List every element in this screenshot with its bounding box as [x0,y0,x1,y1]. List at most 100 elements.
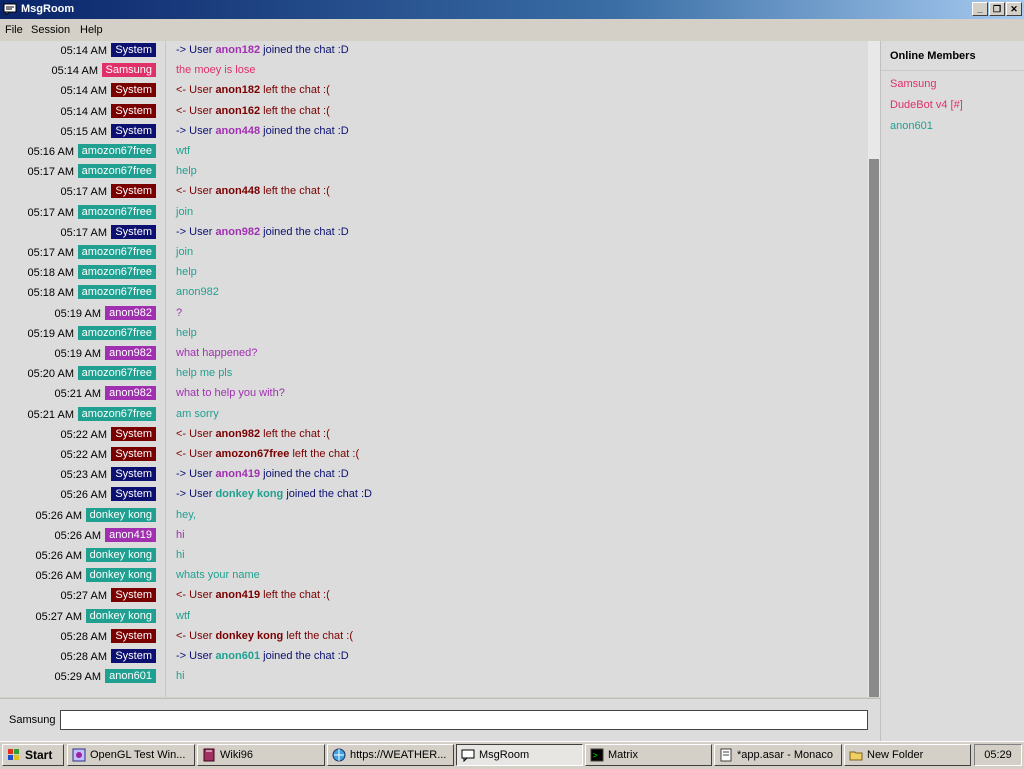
username-badge: Samsung [101,63,156,78]
start-label: Start [25,748,53,762]
message-fragment: left the chat :( [260,589,330,602]
message-fragment: left the chat :( [289,448,360,460]
message-username: anon162 [215,104,261,117]
username-badge: System [111,123,156,138]
book-icon [203,748,215,762]
taskbar-task[interactable]: OpenGL Test Win... [67,744,195,766]
taskbar-task[interactable]: MsgRoom [456,744,583,766]
message-text: what to help you with? [176,387,285,399]
chat-message: Samsung 05:14 AM the moey is lose [0,62,868,82]
taskbar-task[interactable]: New Folder [844,744,971,766]
message-fragment: what to help you with? [176,387,285,400]
username-badge: System [111,588,156,603]
message-fragment: what happened? [176,347,258,359]
chat-message: anon419 05:26 AM hi [0,527,868,547]
start-button[interactable]: Start [2,744,64,766]
message-time: 05:29 AM [54,671,101,684]
message-text: ? [176,307,182,319]
message-fragment: join [176,246,194,258]
message-text: help [176,165,197,177]
message-time: 05:15 AM [60,125,107,138]
message-fragment: <- User [176,427,216,440]
chat-message: anon982 05:21 AM what to help you with? [0,385,868,405]
taskbar-task[interactable]: Wiki96 [197,744,325,766]
window-title: MsgRoom [21,3,75,15]
taskbar-task-label: https://WEATHER... [350,749,447,761]
message-fragment: whats your name [176,569,260,582]
chat-message: System 05:17 AM -> User anon982 joined the… [0,224,868,244]
taskbar-task-label: MsgRoom [479,749,530,761]
message-time: 05:22 AM [60,428,107,441]
minimize-button[interactable]: _ [972,2,988,16]
username-badge: donkey kong [85,608,156,623]
message-text: join [176,246,193,258]
message-text: wtf [176,145,190,157]
message-fragment: left the chat :( [283,629,353,642]
message-fragment: help [176,165,197,178]
message-username: anon182 [215,84,261,97]
chat-scrollbar[interactable] [868,41,880,697]
message-text: -> User anon601 joined the chat :D [176,650,349,662]
message-time: 05:19 AM [27,327,74,340]
taskbar-task-label: Matrix [608,749,638,761]
message-time: 05:17 AM [60,226,107,239]
message-time: 05:14 AM [60,45,107,57]
message-input[interactable] [60,710,868,730]
message-text: hey, [176,509,196,521]
username-badge: donkey kong [85,568,156,583]
message-fragment: the moey is lose [176,64,256,77]
chat-message: System 05:23 AM -> User anon419 joined the… [0,466,868,486]
username-badge: anon419 [105,527,156,542]
taskbar-task-label: OpenGL Test Win... [90,749,186,761]
message-text: whats your name [176,569,260,581]
message-time: 05:17 AM [27,166,74,179]
windows-logo-icon [8,749,19,760]
menu-session[interactable]: Session [31,24,70,36]
member-item[interactable]: DudeBot v4 [#] [890,99,963,111]
message-fragment: left the chat :( [260,427,330,440]
chat-message: anon601 05:29 AM hi [0,668,868,688]
menu-file[interactable]: File [5,24,23,36]
maximize-button[interactable]: ❐ [989,2,1005,16]
username-badge: amozon67free [77,265,156,280]
chat-message: amozon67free 05:18 AM help [0,264,868,284]
message-fragment: <- User [176,448,216,460]
menu-help[interactable]: Help [80,24,103,36]
chat-message: amozon67free 05:17 AM join [0,244,868,264]
member-item[interactable]: Samsung [890,78,936,90]
taskbar-task[interactable]: *app.asar - Monaco [714,744,842,766]
taskbar-task[interactable]: https://WEATHER... [327,744,454,766]
message-time: 05:20 AM [27,368,74,381]
scrollbar-thumb[interactable] [869,159,879,697]
message-time: 05:26 AM [54,529,101,542]
message-time: 05:27 AM [60,590,107,603]
chat-message: amozon67free 05:21 AM am sorry [0,406,868,426]
username-badge: System [111,426,156,441]
taskbar-task[interactable]: > Matrix [585,744,712,766]
close-button[interactable]: ✕ [1006,2,1022,16]
username-badge: System [111,224,156,239]
chat-message: System 05:14 AM -> User anon182 joined the… [0,42,868,62]
message-fragment: joined the chat :D [260,468,349,481]
message-fragment: help [176,326,197,339]
message-text: hi [176,529,185,541]
member-item[interactable]: anon601 [890,120,933,132]
message-text: hi [176,549,185,561]
message-fragment: wtf [176,145,191,157]
message-username: anon419 [215,468,261,481]
message-fragment: joined the chat :D [260,124,349,137]
username-badge: amozon67free [77,285,156,300]
menu-bar: File Session Help [0,20,1024,40]
username-badge: System [111,487,156,502]
message-fragment: left the chat :( [260,185,330,198]
chat-message: System 05:27 AM <- User anon419 left the c… [0,587,868,607]
chat-message: donkey kong 05:27 AM wtf [0,608,868,628]
members-divider [881,70,1024,71]
message-username: anon182 [215,44,261,56]
chat-message: System 05:28 AM -> User anon601 joined the… [0,648,868,668]
username-badge: donkey kong [85,548,156,562]
input-bar: Samsung [0,698,880,741]
svg-text:>: > [593,751,598,760]
message-fragment: -> User [176,124,216,137]
taskbar-task-label: *app.asar - Monaco [737,749,833,761]
